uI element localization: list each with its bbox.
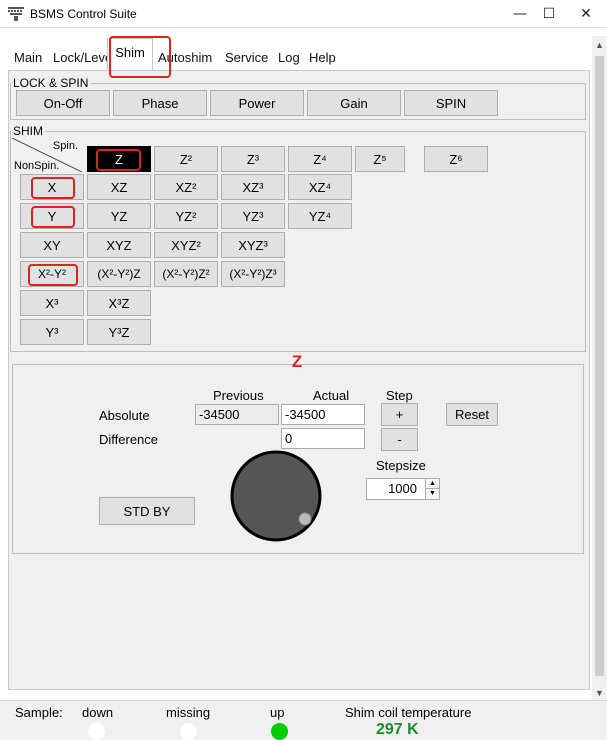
tab-service[interactable]: Service — [225, 47, 268, 69]
shim-button-xz3[interactable]: XZ³ — [221, 174, 285, 200]
shim-coil-temperature-label: Shim coil temperature — [345, 705, 472, 720]
scroll-up-icon[interactable]: ▲ — [592, 38, 607, 53]
shim-button-z2[interactable]: Z² — [154, 146, 218, 172]
shim-button-x3[interactable]: X³ — [20, 290, 84, 316]
actual-column-label: Actual — [313, 388, 350, 403]
shim-button-xy[interactable]: XY — [20, 232, 84, 258]
missing-indicator-icon — [180, 723, 197, 740]
shim-button-xyz[interactable]: XYZ — [87, 232, 151, 258]
gain-button[interactable]: Gain — [307, 90, 401, 116]
spinner-up-icon[interactable]: ▲ — [425, 479, 439, 489]
app-icon — [8, 7, 24, 21]
shim-button-z[interactable]: Z — [87, 146, 151, 172]
sample-missing-label: missing — [166, 705, 211, 720]
on-off-button[interactable]: On-Off — [16, 90, 110, 116]
shim-legend: SHIM — [13, 124, 43, 138]
tab-shim[interactable]: Shim — [107, 38, 153, 70]
phase-button[interactable]: Phase — [113, 90, 207, 116]
absolute-row-label: Absolute — [99, 408, 150, 423]
shim-button-yz3[interactable]: YZ³ — [221, 203, 285, 229]
shim-button-x2-y2-z2[interactable]: (X²-Y²)Z² — [154, 261, 218, 287]
shim-button-z5[interactable]: Z⁵ — [355, 146, 405, 172]
lock-spin-legend: LOCK & SPIN — [13, 76, 89, 90]
shim-button-xyz2[interactable]: XYZ² — [154, 232, 218, 258]
shim-button-xyz3[interactable]: XYZ³ — [221, 232, 285, 258]
shim-button-y3z[interactable]: Y³Z — [87, 319, 151, 345]
shim-button-xz[interactable]: XZ — [87, 174, 151, 200]
scroll-down-icon[interactable]: ▼ — [592, 686, 607, 701]
spin-label: Spin. — [52, 140, 78, 152]
sample-up-label: up — [270, 705, 285, 720]
spin-button[interactable]: SPIN — [404, 90, 498, 116]
status-bar: Sample: down missing up Shim coil temper… — [0, 700, 607, 740]
scroll-thumb[interactable] — [595, 56, 604, 676]
power-button[interactable]: Power — [210, 90, 304, 116]
shim-button-z4[interactable]: Z⁴ — [288, 146, 352, 172]
step-plus-button[interactable]: + — [381, 403, 418, 426]
shim-button-yz2[interactable]: YZ² — [154, 203, 218, 229]
shim-button-x[interactable]: X — [20, 174, 84, 200]
sample-label: Sample: — [15, 705, 63, 720]
difference-row-label: Difference — [99, 432, 159, 447]
spinner-down-icon[interactable]: ▼ — [425, 489, 439, 499]
close-button[interactable]: ✕ — [563, 0, 607, 28]
spin-nonspin-corner: Spin. NonSpin. — [12, 138, 82, 172]
down-indicator-icon — [88, 723, 105, 740]
sample-down-label: down — [82, 705, 114, 720]
shim-button-y[interactable]: Y — [20, 203, 84, 229]
absolute-actual-field[interactable]: -34500 — [281, 404, 365, 425]
difference-actual-field[interactable]: 0 — [281, 428, 365, 449]
window-title: BSMS Control Suite — [30, 7, 137, 21]
shim-button-x2-y2-z[interactable]: (X²-Y²)Z — [87, 261, 151, 287]
shim-button-xz4[interactable]: XZ⁴ — [288, 174, 352, 200]
shim-button-z3[interactable]: Z³ — [221, 146, 285, 172]
shim-button-z6[interactable]: Z⁶ — [424, 146, 488, 172]
up-indicator-icon — [271, 723, 288, 740]
shim-adjust-knob[interactable] — [229, 449, 323, 543]
shim-button-xz2[interactable]: XZ² — [154, 174, 218, 200]
shim-button-x2-y2[interactable]: X²-Y² — [20, 261, 84, 287]
shim-button-yz[interactable]: YZ — [87, 203, 151, 229]
nonspin-label: NonSpin. — [14, 160, 60, 172]
stepsize-spinner[interactable]: 1000 ▲ ▼ — [366, 478, 440, 500]
shim-button-x3z[interactable]: X³Z — [87, 290, 151, 316]
title-bar: BSMS Control Suite — ☐ ✕ — [0, 0, 607, 28]
selected-shim-label: Z — [291, 352, 303, 371]
stepsize-label: Stepsize — [376, 458, 426, 473]
shim-button-y3[interactable]: Y³ — [20, 319, 84, 345]
step-minus-button[interactable]: - — [381, 428, 418, 451]
shim-button-yz4[interactable]: YZ⁴ — [288, 203, 352, 229]
vertical-scrollbar[interactable]: ▲ ▼ — [592, 36, 607, 704]
tab-lock-level[interactable]: Lock/Level — [53, 47, 115, 69]
tab-autoshim[interactable]: Autoshim — [158, 47, 212, 69]
reset-button[interactable]: Reset — [446, 403, 498, 426]
tab-main[interactable]: Main — [14, 47, 42, 69]
std-by-button[interactable]: STD BY — [99, 497, 195, 525]
previous-column-label: Previous — [213, 388, 264, 403]
step-column-label: Step — [386, 388, 413, 403]
tab-log[interactable]: Log — [278, 47, 300, 69]
absolute-previous-field: -34500 — [195, 404, 279, 425]
shim-button-x2-y2-z3[interactable]: (X²-Y²)Z³ — [221, 261, 285, 287]
stepsize-value: 1000 — [388, 481, 417, 496]
knob-indicator-icon — [298, 512, 312, 526]
shim-coil-temperature-value: 297 K — [376, 721, 419, 738]
tab-help[interactable]: Help — [309, 47, 336, 69]
